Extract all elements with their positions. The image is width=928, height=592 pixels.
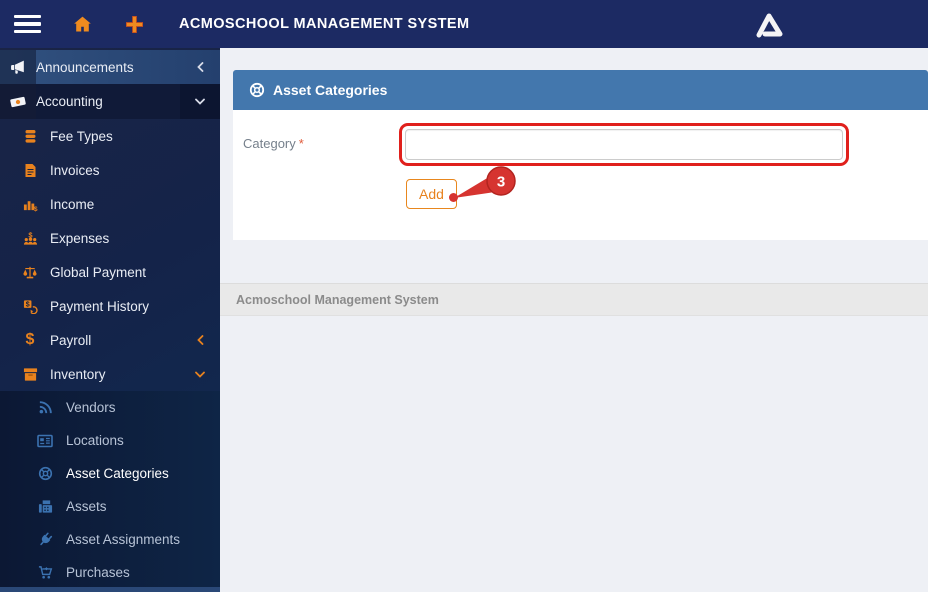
topbar: ACMOSCHOOL MANAGEMENT SYSTEM	[0, 0, 928, 48]
dollar-icon: $	[25, 331, 35, 348]
life-ring-icon	[249, 82, 265, 98]
required-asterisk: *	[298, 136, 304, 151]
panel-header: Asset Categories	[233, 70, 928, 110]
fax-icon	[36, 499, 54, 514]
balance-scale-icon	[22, 265, 38, 280]
chevron-down-icon	[180, 84, 220, 119]
sidebar-item-locations[interactable]: Locations	[0, 424, 220, 457]
chevron-left-icon	[180, 323, 220, 357]
chevron-left-icon	[180, 50, 220, 84]
panel-body: Category * Add	[233, 110, 928, 240]
inventory-submenu: Vendors Locations Asset Categories Asset…	[0, 391, 220, 589]
sidebar-item-inventory[interactable]: Inventory	[0, 357, 220, 391]
footer-text: Acmoschool Management System	[236, 292, 439, 307]
megaphone-icon	[0, 50, 36, 84]
category-label: Category *	[243, 136, 304, 151]
sidebar-item-label: Accounting	[36, 94, 103, 109]
sidebar-item-accounting[interactable]: Accounting	[0, 84, 220, 119]
sidebar-item-label: Assets	[66, 499, 107, 514]
sidebar-item-label: Announcements	[36, 59, 134, 75]
add-button[interactable]: Add	[406, 179, 457, 209]
sidebar-item-label: Locations	[66, 433, 124, 448]
sidebar-item-label: Income	[50, 196, 95, 212]
brand-logo-icon	[750, 10, 788, 40]
main-content: Asset Categories Category * Add Acmoschoo…	[220, 48, 928, 592]
sidebar-item-label: Payroll	[50, 332, 92, 348]
sidebar-item-label: Payment History	[50, 298, 150, 314]
svg-text:$: $	[25, 301, 29, 308]
sidebar-item-income[interactable]: $ Income	[0, 187, 220, 221]
asset-categories-panel: Asset Categories Category * Add	[233, 70, 928, 240]
payment-history-icon: $	[22, 299, 38, 314]
sidebar-item-label: Global Payment	[50, 264, 147, 280]
sidebar-item-assets[interactable]: Assets	[0, 490, 220, 523]
sidebar-item-label: Expenses	[50, 230, 110, 246]
cart-icon	[36, 565, 54, 580]
chevron-down-icon	[180, 357, 220, 391]
address-card-icon	[36, 434, 54, 448]
coins-icon	[22, 129, 38, 144]
home-icon[interactable]	[71, 13, 93, 35]
group-dollar-icon: $	[22, 231, 38, 246]
category-input[interactable]	[405, 129, 843, 160]
sidebar-item-label: Invoices	[50, 162, 100, 178]
sidebar-item-global-payment[interactable]: Global Payment	[0, 255, 220, 289]
sidebar-item-label: Vendors	[66, 400, 116, 415]
sidebar-next-item-edge	[0, 587, 220, 592]
quick-add-icon[interactable]	[123, 13, 145, 35]
life-ring-icon	[36, 466, 54, 481]
sidebar-item-fee-types[interactable]: Fee Types	[0, 119, 220, 153]
sidebar-item-asset-assignments[interactable]: Asset Assignments	[0, 523, 220, 556]
svg-text:$: $	[33, 206, 37, 212]
sidebar-item-asset-categories[interactable]: Asset Categories	[0, 457, 220, 490]
plug-icon	[36, 532, 54, 547]
sidebar-item-payment-history[interactable]: $ Payment History	[0, 289, 220, 323]
sidebar: Announcements Accounting Fee Types Invoi…	[0, 48, 220, 592]
sidebar-item-expenses[interactable]: $ Expenses	[0, 221, 220, 255]
app-title: ACMOSCHOOL MANAGEMENT SYSTEM	[179, 16, 470, 32]
money-icon	[0, 84, 36, 119]
sidebar-item-payroll[interactable]: $ Payroll	[0, 323, 220, 357]
bar-chart-dollar-icon: $	[22, 197, 38, 212]
hamburger-menu-icon[interactable]	[14, 15, 41, 33]
sidebar-item-invoices[interactable]: Invoices	[0, 153, 220, 187]
invoice-icon	[22, 163, 38, 178]
sidebar-item-label: Purchases	[66, 565, 130, 580]
rss-icon	[36, 400, 54, 415]
sidebar-item-label: Inventory	[50, 366, 106, 382]
footer-bar: Acmoschool Management System	[220, 283, 928, 316]
sidebar-item-purchases[interactable]: Purchases	[0, 556, 220, 589]
sidebar-item-announcements[interactable]: Announcements	[0, 50, 220, 84]
sidebar-item-label: Asset Assignments	[66, 532, 181, 547]
sidebar-item-vendors[interactable]: Vendors	[0, 391, 220, 424]
panel-title: Asset Categories	[273, 82, 388, 98]
sidebar-item-label: Asset Categories	[66, 466, 169, 481]
annotation-highlight-box	[399, 123, 849, 166]
box-icon	[22, 367, 38, 382]
sidebar-item-label: Fee Types	[50, 128, 113, 144]
